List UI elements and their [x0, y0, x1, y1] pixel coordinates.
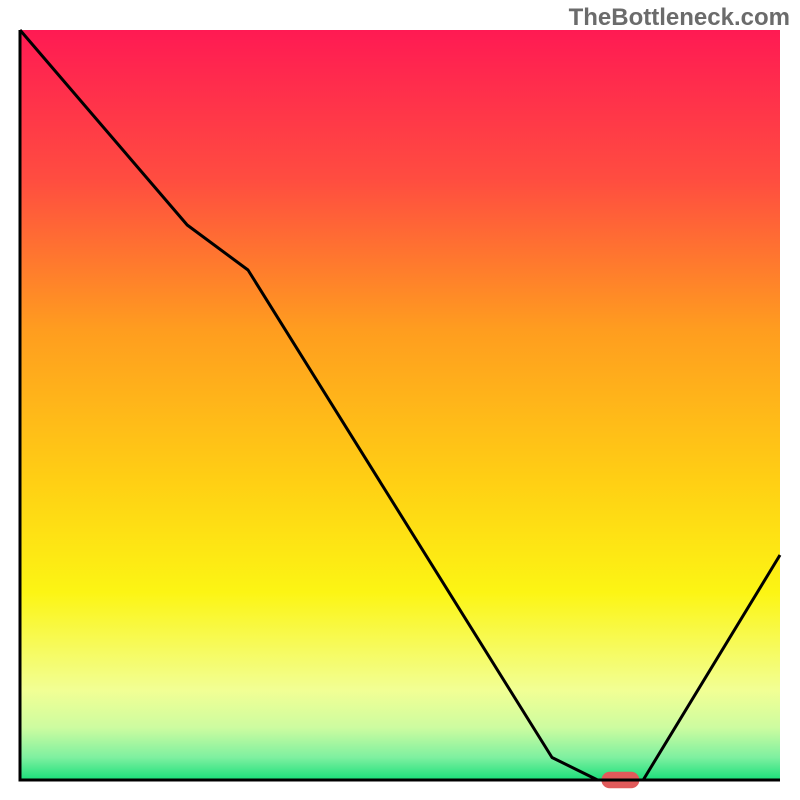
- watermark-text: TheBottleneck.com: [569, 4, 790, 32]
- bottleneck-chart: [0, 0, 800, 800]
- chart-container: TheBottleneck.com: [0, 0, 800, 800]
- gradient-background: [20, 30, 780, 780]
